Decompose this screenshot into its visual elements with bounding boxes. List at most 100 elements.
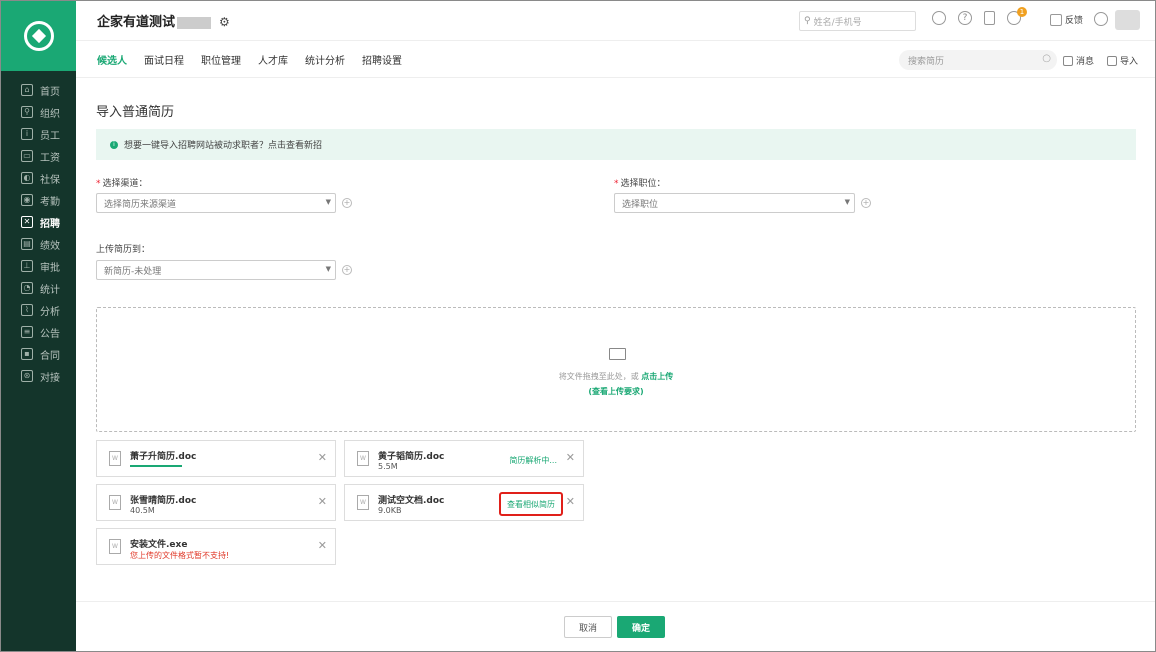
upload-progress-bar [130, 465, 182, 467]
position-select[interactable]: 选择职位 ▼ [614, 193, 855, 213]
sidebar-item-performance[interactable]: ▤ 绩效 [1, 233, 76, 255]
click-upload-link[interactable]: 点击上传 [641, 372, 673, 381]
tab-position-management[interactable]: 职位管理 [201, 52, 241, 67]
sidebar-item-recruit[interactable]: ✕ 招聘 [1, 211, 76, 233]
position-label: * 选择职位： [614, 179, 666, 189]
message-icon [1063, 55, 1073, 66]
word-file-icon: W [109, 539, 121, 554]
parsing-status: 简历解析中... [509, 456, 557, 465]
notification-badge: 1 [1017, 7, 1027, 17]
bell-icon[interactable]: 1 [1007, 7, 1027, 25]
word-file-icon: W [109, 451, 121, 466]
footer-actions: 取消 确定 [76, 601, 1155, 651]
global-search-input[interactable]: ⚲ 姓名/手机号 [799, 11, 916, 31]
mobile-icon[interactable] [984, 11, 995, 25]
confirm-button[interactable]: 确定 [617, 616, 665, 638]
close-icon[interactable]: ✕ [566, 452, 575, 464]
channel-select[interactable]: 选择简历来源渠道 ▼ [96, 193, 336, 213]
close-icon[interactable]: ✕ [318, 496, 327, 508]
caret-down-icon: ▼ [325, 198, 331, 206]
avatar[interactable] [1115, 10, 1140, 30]
employee-icon: i [21, 128, 33, 140]
file-name: 张雪晴简历.doc [130, 496, 197, 506]
upload-requirements-link[interactable]: (查看上传要求) [97, 386, 1135, 397]
upload-to-select[interactable]: 新简历-未处理 ▼ [96, 260, 336, 280]
edit-icon [1050, 13, 1062, 26]
app-frame: ⌂ 首页 ⚲ 组织 i 员工 ▭ 工资 ◐ 社保 ◉ 考勤 ✕ 招聘 ▤ 绩效 ⊥ 审批 ◔ 统计 … [0, 0, 1156, 652]
header-icons: ? 1 [932, 7, 1033, 25]
word-file-icon: W [357, 451, 369, 466]
file-name: 黄子韬简历.doc [378, 452, 445, 462]
file-name: 测试空文档.doc [378, 496, 445, 506]
user-icon[interactable] [932, 11, 946, 25]
resume-search-input[interactable]: 搜索简历 ○ [899, 50, 1057, 70]
recruit-icon: ✕ [21, 216, 33, 228]
sidebar-item-attendance[interactable]: ◉ 考勤 [1, 189, 76, 211]
upload-dropzone[interactable]: 将文件拖拽至此处，或 点击上传 (查看上传要求) [96, 307, 1136, 432]
sidebar-item-approval[interactable]: ⊥ 审批 [1, 255, 76, 277]
file-error-message: 您上传的文件格式暂不支持! [130, 551, 230, 560]
close-icon[interactable]: ✕ [318, 540, 327, 552]
location-icon: ◉ [21, 194, 33, 206]
feedback-button[interactable]: 反馈 [1050, 13, 1083, 26]
sidebar-item-analysis[interactable]: ⌇ 分析 [1, 299, 76, 321]
help-icon[interactable]: ? [958, 11, 972, 25]
contract-icon: ▪ [21, 348, 33, 360]
file-card: W 测试空文档.doc 9.0KB 查看相似简历 ✕ [344, 484, 584, 521]
word-file-icon: W [357, 495, 369, 510]
sidebar-item-employee[interactable]: i 员工 [1, 123, 76, 145]
shield-icon: ◐ [21, 172, 33, 184]
wallet-icon: ▭ [21, 150, 33, 162]
file-card: W 张雪晴简历.doc 40.5M ✕ [96, 484, 336, 521]
link-icon: ⊛ [21, 370, 33, 382]
file-card: W 安装文件.exe 您上传的文件格式暂不支持! ✕ [96, 528, 336, 565]
sidebar-item-social[interactable]: ◐ 社保 [1, 167, 76, 189]
sidebar-nav: ⌂ 首页 ⚲ 组织 i 员工 ▭ 工资 ◐ 社保 ◉ 考勤 ✕ 招聘 ▤ 绩效 ⊥ 审批 ◔ 统计 … [1, 71, 76, 387]
tab-statistics[interactable]: 统计分析 [305, 52, 345, 67]
tab-candidates[interactable]: 候选人 [97, 52, 127, 67]
top-header: 企家有道测试 ⚙ ⚲ 姓名/手机号 ? 1 反馈 [76, 1, 1155, 41]
channel-label: * 选择渠道： [96, 179, 148, 189]
file-size: 9.0KB [378, 506, 402, 515]
add-folder-icon[interactable]: + [342, 265, 352, 275]
home-icon: ⌂ [21, 84, 33, 96]
sidebar-item-notice[interactable]: ≡ 公告 [1, 321, 76, 343]
file-size: 40.5M [130, 506, 155, 515]
close-icon[interactable]: ✕ [566, 496, 575, 508]
sidebar-item-salary[interactable]: ▭ 工资 [1, 145, 76, 167]
org-icon: ⚲ [21, 106, 33, 118]
view-similar-resume-button[interactable]: 查看相似简历 [499, 492, 563, 516]
sidebar-item-home[interactable]: ⌂ 首页 [1, 79, 76, 101]
blurred-text [177, 16, 212, 29]
close-icon[interactable]: ✕ [318, 452, 327, 464]
caret-down-icon: ▼ [325, 265, 331, 273]
company-name[interactable]: 企家有道测试 ⚙ [97, 11, 230, 30]
notice-banner[interactable]: i 想要一键导入招聘网站被动求职者？点击查看新招 [96, 129, 1136, 160]
word-file-icon: W [109, 495, 121, 510]
sidebar-item-org[interactable]: ⚲ 组织 [1, 101, 76, 123]
add-channel-icon[interactable]: + [342, 198, 352, 208]
cancel-button[interactable]: 取消 [564, 616, 612, 638]
file-size: 5.5M [378, 462, 398, 471]
tab-bar: 候选人 面试日程 职位管理 人才库 统计分析 招聘设置 搜索简历 ○ 消息 导入 [76, 41, 1155, 78]
tab-interview-schedule[interactable]: 面试日程 [144, 52, 184, 67]
app-logo[interactable] [1, 1, 76, 71]
sidebar-item-stats[interactable]: ◔ 统计 [1, 277, 76, 299]
gear-icon[interactable]: ⚙ [219, 15, 230, 29]
account-icon[interactable] [1094, 12, 1108, 26]
upload-to-label: 上传简历到： [96, 245, 151, 255]
dropzone-text: 将文件拖拽至此处，或 [558, 372, 639, 381]
performance-icon: ▤ [21, 238, 33, 250]
tab-talent-pool[interactable]: 人才库 [258, 52, 288, 67]
sidebar-item-integration[interactable]: ⊛ 对接 [1, 365, 76, 387]
file-card: W 黄子韬简历.doc 5.5M 简历解析中... ✕ [344, 440, 584, 477]
import-button[interactable]: 导入 [1107, 54, 1138, 67]
sidebar-item-contract[interactable]: ▪ 合同 [1, 343, 76, 365]
message-button[interactable]: 消息 [1063, 54, 1094, 67]
file-card: W 萧子升简历.doc ✕ [96, 440, 336, 477]
file-name: 萧子升简历.doc [130, 452, 197, 462]
add-position-icon[interactable]: + [861, 198, 871, 208]
file-name: 安装文件.exe [130, 540, 188, 550]
caret-down-icon: ▼ [844, 198, 850, 206]
tab-recruit-settings[interactable]: 招聘设置 [362, 52, 402, 67]
